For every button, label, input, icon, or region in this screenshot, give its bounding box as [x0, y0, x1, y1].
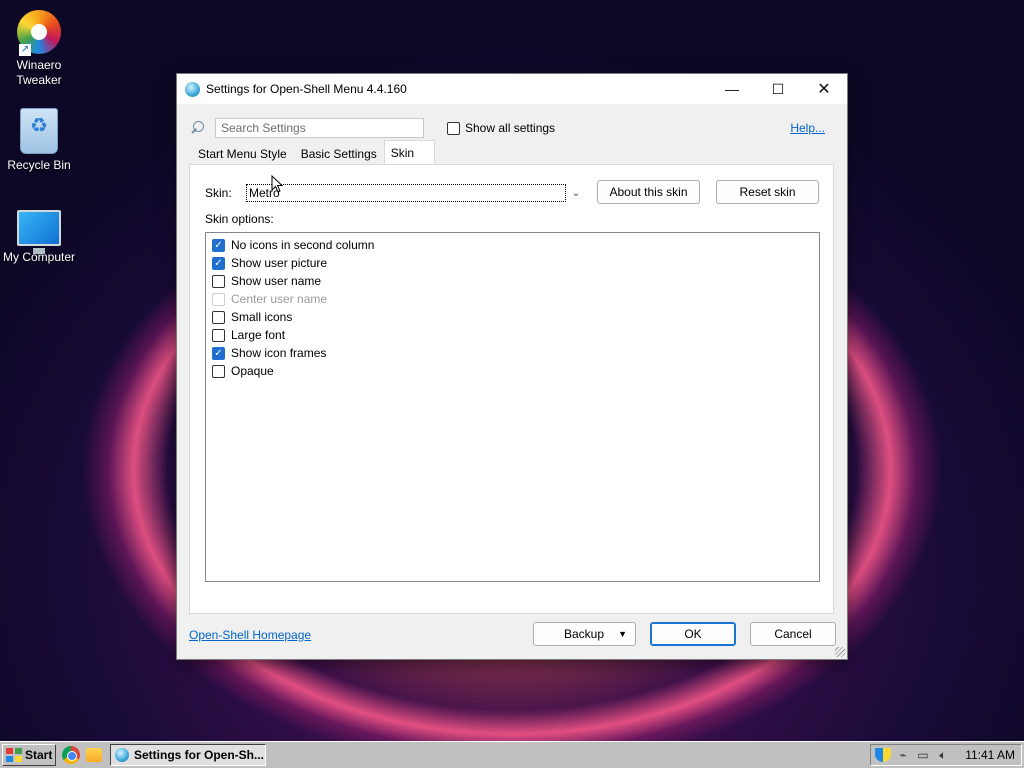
search-input[interactable]	[215, 118, 424, 138]
option-label: No icons in second column	[231, 238, 375, 252]
open-shell-icon	[115, 748, 129, 762]
option-label: Show icon frames	[231, 346, 327, 360]
show-all-settings-label: Show all settings	[465, 121, 556, 135]
checkbox-checked[interactable]: ✓	[212, 256, 225, 270]
settings-window: Settings for Open-Shell Menu 4.4.160 — ☐…	[176, 73, 848, 660]
desktop-icon-winaero-tweaker[interactable]: ↗ Winaero Tweaker	[0, 10, 78, 88]
search-icon	[189, 120, 205, 136]
chrome-icon[interactable]	[62, 746, 80, 764]
windows-logo-icon	[6, 748, 22, 762]
folder-icon[interactable]	[86, 748, 102, 762]
system-tray: ⌁ ▭ 🔈︎ 11:41 AM	[870, 744, 1022, 766]
maximize-button[interactable]: ☐	[755, 74, 801, 104]
skin-dropdown-value[interactable]: Metro	[246, 184, 566, 202]
resize-grip[interactable]	[835, 647, 845, 657]
cancel-button[interactable]: Cancel	[750, 622, 836, 646]
option-label: Opaque	[231, 364, 274, 378]
open-shell-homepage-link[interactable]: Open-Shell Homepage	[189, 628, 311, 642]
option-small-icons[interactable]: Small icons	[206, 308, 819, 326]
taskbar: Start Settings for Open-Sh... ⌁ ▭ 🔈︎ 11:…	[0, 741, 1024, 768]
option-no-icons-second-column[interactable]: ✓ No icons in second column	[206, 236, 819, 254]
option-label: Center user name	[231, 292, 328, 306]
option-label: Large font	[231, 328, 286, 342]
search-row	[189, 118, 424, 138]
close-button[interactable]: ✕	[801, 74, 847, 104]
desktop-icon-label: Recycle Bin	[7, 158, 71, 172]
skin-panel: Skin: Metro ⌄ About this skin Reset skin…	[189, 164, 834, 614]
option-center-user-name: Center user name	[206, 290, 819, 308]
skin-options-label: Skin options:	[205, 212, 274, 226]
checkbox-unchecked[interactable]	[212, 364, 225, 378]
chevron-down-icon[interactable]: ⌄	[568, 188, 584, 199]
reset-skin-button[interactable]: Reset skin	[716, 180, 819, 204]
open-shell-icon	[185, 81, 200, 97]
checkbox-box[interactable]	[447, 121, 460, 135]
checkbox-checked[interactable]: ✓	[212, 238, 225, 252]
recycle-bin-icon	[20, 108, 58, 154]
tab-skin[interactable]: Skin	[383, 140, 435, 164]
window-title: Settings for Open-Shell Menu 4.4.160	[206, 82, 407, 96]
taskbar-item-label: Settings for Open-Sh...	[134, 748, 265, 762]
checkbox-unchecked[interactable]	[212, 274, 225, 288]
show-all-settings-checkbox[interactable]: Show all settings	[447, 121, 555, 135]
network-icon[interactable]: ▭	[915, 748, 931, 762]
checkbox-checked[interactable]: ✓	[212, 346, 225, 360]
desktop-icon-my-computer[interactable]: My Computer	[0, 210, 78, 265]
option-large-font[interactable]: Large font	[206, 326, 819, 344]
option-show-user-picture[interactable]: ✓ Show user picture	[206, 254, 819, 272]
desktop-icon-recycle-bin[interactable]: Recycle Bin	[0, 108, 78, 173]
checkbox-unchecked[interactable]	[212, 328, 225, 342]
taskbar-item-settings[interactable]: Settings for Open-Sh...	[110, 744, 266, 766]
skin-row: Skin: Metro ⌄	[205, 183, 585, 203]
desktop-icon-label: Winaero Tweaker	[16, 58, 62, 87]
tab-strip: Start Menu Style Basic Settings Skin	[191, 140, 435, 164]
option-label: Show user picture	[231, 256, 328, 270]
about-this-skin-button[interactable]: About this skin	[597, 180, 700, 204]
option-label: Show user name	[231, 274, 322, 288]
checkbox-disabled	[212, 292, 225, 306]
option-show-icon-frames[interactable]: ✓ Show icon frames	[206, 344, 819, 362]
start-label: Start	[25, 748, 53, 762]
help-link[interactable]: Help...	[790, 121, 825, 135]
start-button[interactable]: Start	[2, 744, 56, 766]
security-shield-icon[interactable]	[875, 748, 891, 762]
tab-basic-settings[interactable]: Basic Settings	[294, 142, 384, 164]
winaero-tweaker-icon: ↗	[17, 10, 61, 56]
option-label: Small icons	[231, 310, 293, 324]
volume-icon[interactable]: 🔈︎	[935, 748, 951, 762]
ok-button[interactable]: OK	[650, 622, 736, 646]
clock[interactable]: 11:41 AM	[965, 748, 1015, 762]
backup-button[interactable]: Backup ▼	[533, 622, 636, 646]
tab-start-menu-style[interactable]: Start Menu Style	[191, 142, 294, 164]
computer-icon	[17, 210, 61, 254]
minimize-button[interactable]: —	[709, 74, 755, 104]
dropdown-arrow-icon[interactable]: ▼	[618, 629, 627, 639]
backup-label: Backup	[564, 627, 605, 641]
skin-options-list[interactable]: ✓ No icons in second column ✓ Show user …	[205, 232, 820, 582]
skin-dropdown[interactable]: Metro ⌄	[245, 183, 585, 203]
title-bar[interactable]: Settings for Open-Shell Menu 4.4.160 — ☐…	[177, 74, 847, 104]
option-opaque[interactable]: Opaque	[206, 362, 819, 380]
skin-label: Skin:	[205, 186, 232, 200]
checkbox-unchecked[interactable]	[212, 310, 225, 324]
network-off-icon[interactable]: ⌁	[895, 748, 911, 762]
option-show-user-name[interactable]: Show user name	[206, 272, 819, 290]
